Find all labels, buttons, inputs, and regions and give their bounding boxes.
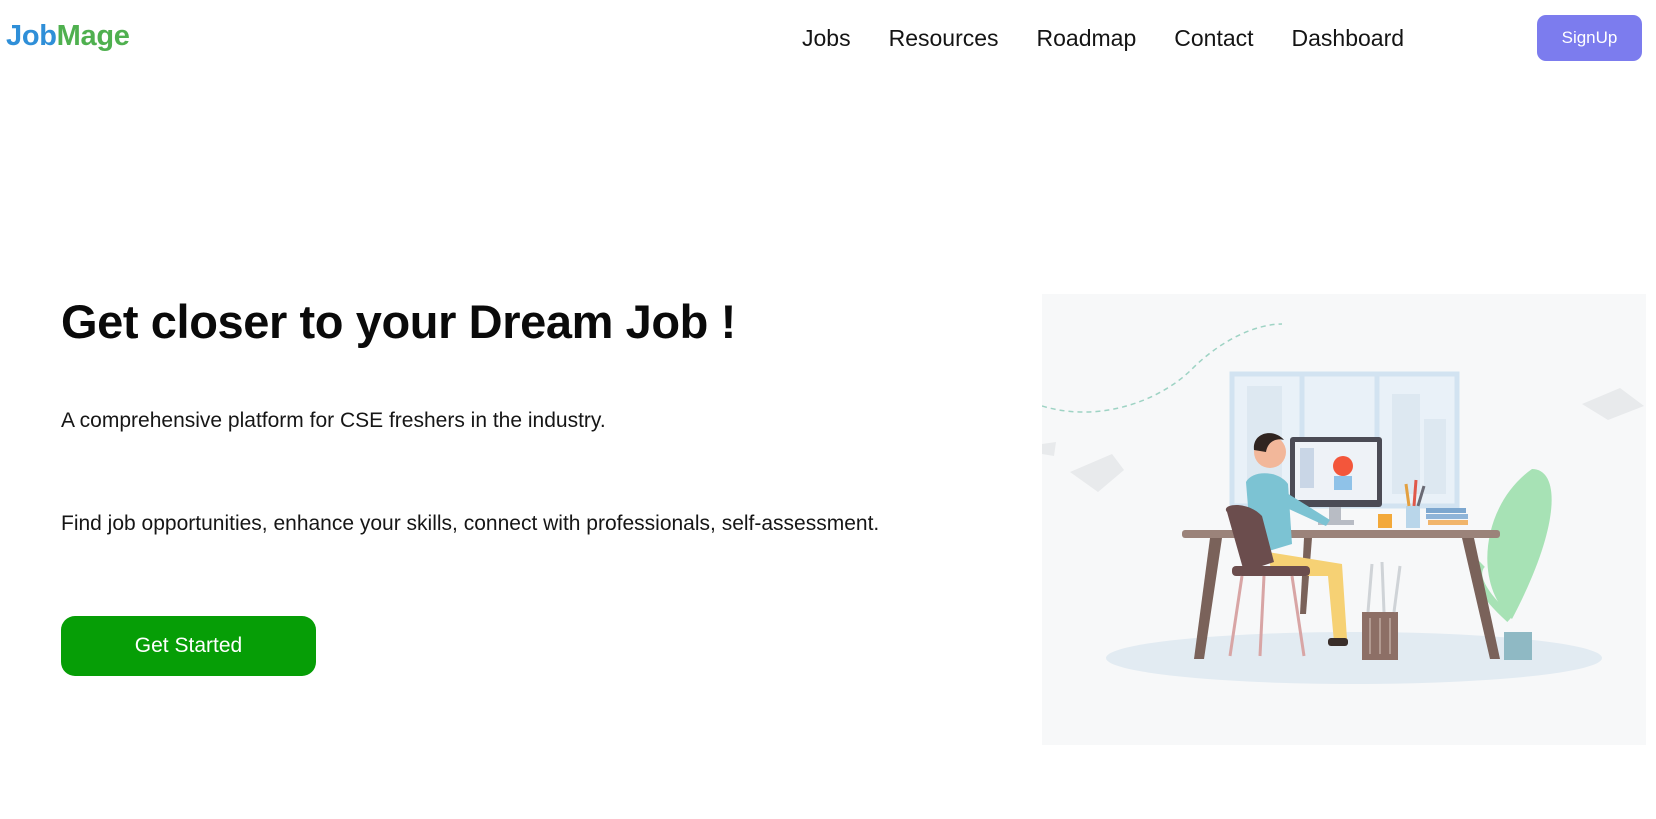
brand-logo-part2: Mage [56,20,130,52]
navbar: JobMage Jobs Resources Roadmap Contact D… [0,0,1656,78]
nav-links: Jobs Resources Roadmap Contact Dashboard [780,0,1442,76]
hero-subtitle: A comprehensive platform for CSE fresher… [61,409,606,432]
hero-illustration [1041,294,1646,745]
get-started-button[interactable]: Get Started [61,616,316,676]
person-working-at-desk-illustration [1041,323,1644,684]
brand-logo-part1: Job [6,20,57,52]
brand-logo[interactable]: JobMage [6,20,130,53]
nav-link-jobs[interactable]: Jobs [802,25,851,52]
hero-features-text: Find job opportunities, enhance your ski… [61,512,880,535]
nav-link-contact[interactable]: Contact [1174,25,1253,52]
nav-link-resources[interactable]: Resources [889,25,999,52]
hero-title: Get closer to your Dream Job ! [61,295,736,348]
nav-link-roadmap[interactable]: Roadmap [1037,25,1137,52]
nav-link-dashboard[interactable]: Dashboard [1292,25,1405,52]
signup-button[interactable]: SignUp [1537,15,1642,61]
